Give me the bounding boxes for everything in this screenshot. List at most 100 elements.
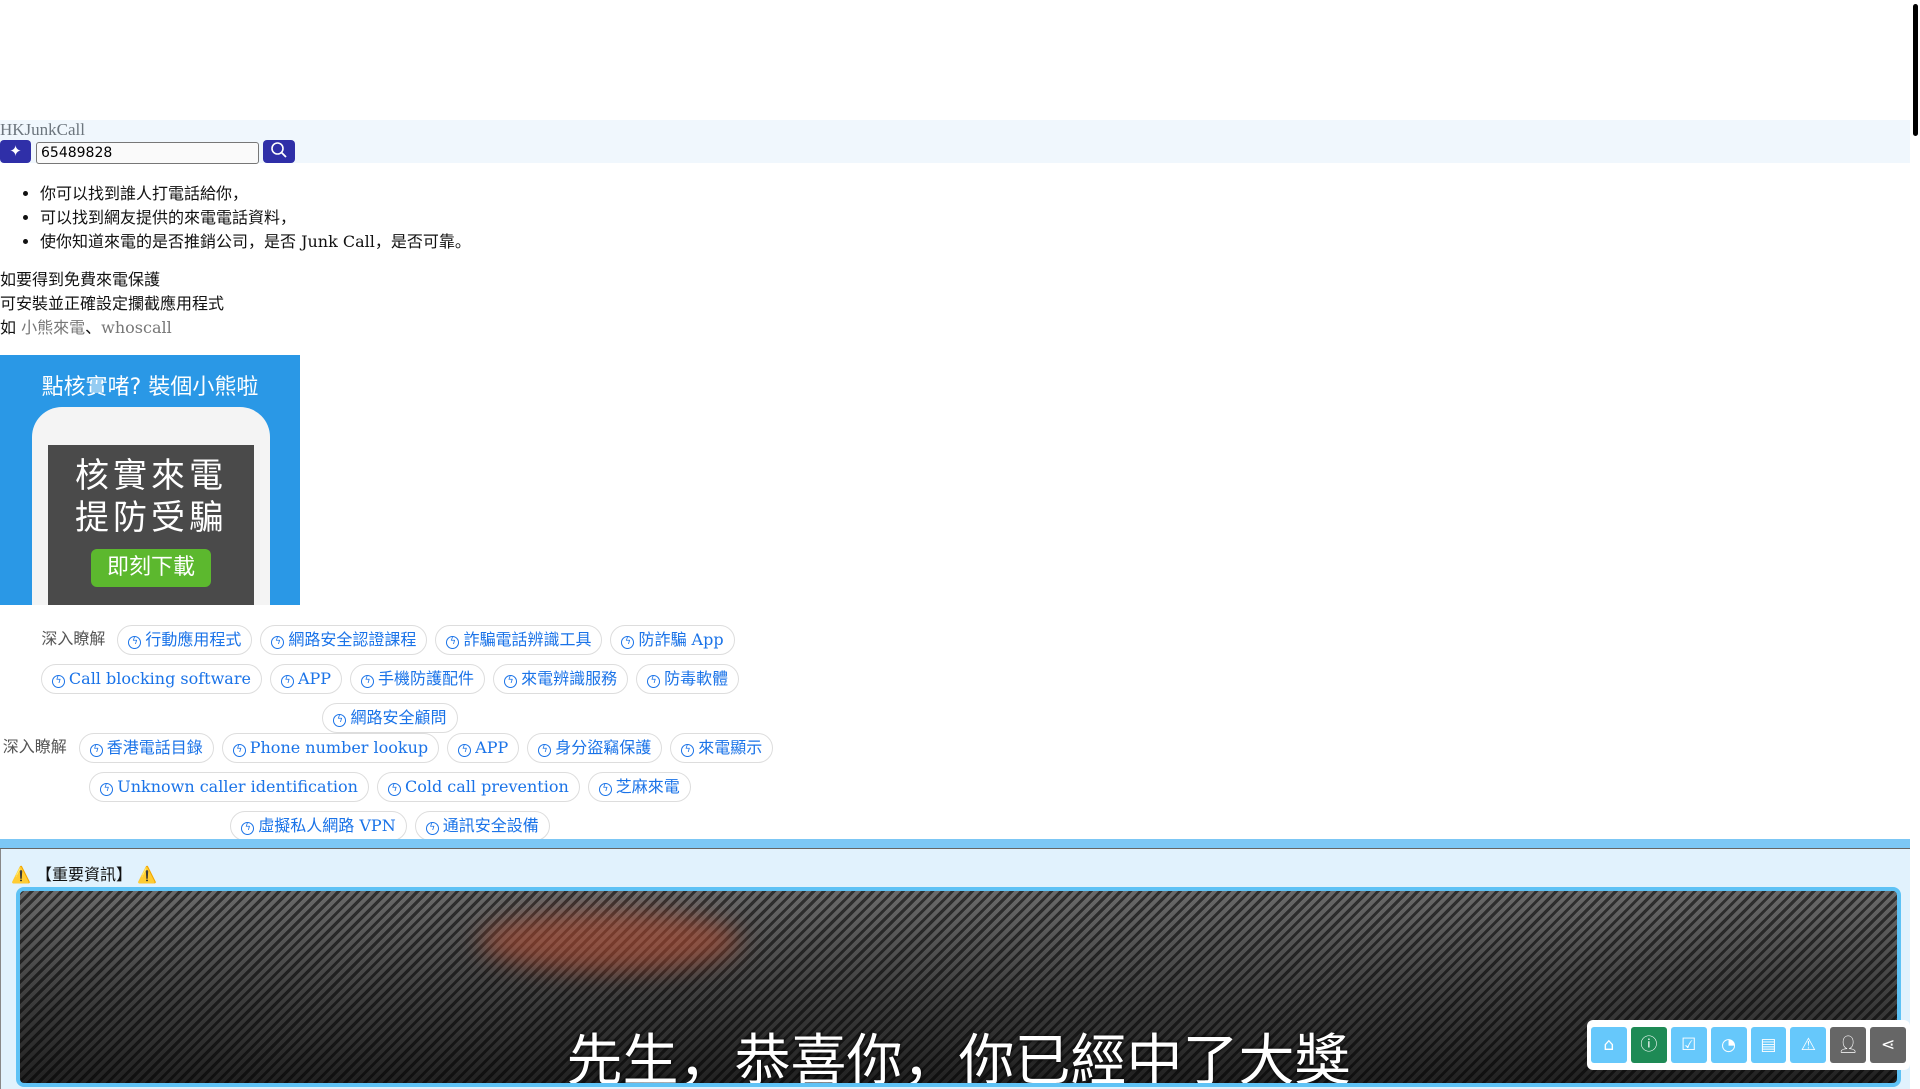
tag-link[interactable]: ϟ 虛擬私人網路 VPN: [230, 810, 407, 841]
tag-link[interactable]: ϟ 來電辨識服務: [493, 663, 629, 694]
tag-label: 網路安全認證課程: [288, 629, 417, 649]
comment-button[interactable]: ▤: [1750, 1027, 1787, 1063]
tag-label: Phone number lookup: [249, 737, 429, 757]
bolt-icon: ϟ: [128, 635, 142, 649]
tag-link[interactable]: ϟ 防詐騙 App: [610, 624, 735, 655]
bolt-icon: ϟ: [333, 713, 347, 727]
list-item: 可以找到網友提供的來電電話資料，: [40, 206, 471, 230]
tag-label: 來電辨識服務: [521, 668, 618, 688]
info-button[interactable]: ⓘ: [1630, 1027, 1667, 1063]
section-divider: [0, 839, 1910, 849]
text: 可安裝並正確設定攔截應用程式: [0, 294, 225, 313]
report-button[interactable]: ⚠: [1790, 1027, 1827, 1063]
protection-info: 如要得到免費來電保護 可安裝並正確設定攔截應用程式 如 小熊來電、whoscal…: [0, 268, 224, 340]
checklist-button[interactable]: ☑: [1670, 1027, 1707, 1063]
search-button[interactable]: [263, 140, 295, 163]
scrollbar[interactable]: [1910, 0, 1920, 1080]
tag-link[interactable]: ϟ Phone number lookup: [221, 732, 440, 763]
user-icon: 👤︎: [1837, 1035, 1859, 1055]
bolt-icon: ϟ: [271, 635, 285, 649]
tag-link[interactable]: ϟ 香港電話目錄: [78, 732, 214, 763]
tag-label: 防詐騙 App: [638, 629, 724, 649]
promo-title: 點核實啫? 裝個小熊啦: [41, 375, 259, 400]
warning-icon: ⚠: [1800, 1035, 1816, 1055]
tag-label: 行動應用程式: [145, 629, 242, 649]
tag-label: 芝麻來電: [615, 776, 680, 796]
tag-label: 詐騙電話辨識工具: [463, 629, 592, 649]
search-icon: [271, 142, 287, 158]
checklist-icon: ☑: [1681, 1035, 1697, 1055]
related-tags-1: 深入瞭解 ϟ 行動應用程式 ϟ 網路安全認證課程 ϟ 詐騙電話辨識工具 ϟ 防詐騙 Appϟ Ca…: [0, 619, 780, 736]
ad-space: [0, 0, 1920, 120]
link-xiaoxiong[interactable]: 小熊來電: [21, 318, 85, 337]
tag-label: Call blocking software: [68, 668, 251, 688]
bolt-icon: ϟ: [100, 782, 114, 796]
download-button[interactable]: 即刻下載: [91, 549, 211, 587]
bolt-icon: ϟ: [387, 782, 401, 796]
bolt-icon: ϟ: [425, 821, 439, 835]
sparkle-button[interactable]: ✦: [0, 140, 31, 163]
tags-label: 深入瞭解: [2, 737, 67, 756]
share-icon: ⋖: [1880, 1035, 1896, 1055]
info-icon: ⓘ: [1640, 1035, 1658, 1055]
text: 、: [85, 318, 102, 337]
tag-link[interactable]: ϟ 詐騙電話辨識工具: [435, 624, 603, 655]
tag-link[interactable]: ϟ Unknown caller identification: [89, 771, 369, 802]
notice-title: 【重要資訊】: [36, 865, 133, 884]
home-button[interactable]: ⌂: [1591, 1027, 1627, 1063]
tag-link[interactable]: ϟ APP: [269, 663, 343, 694]
home-icon: ⌂: [1603, 1035, 1615, 1055]
tag-label: Unknown caller identification: [117, 776, 358, 796]
tag-link[interactable]: ϟ APP: [447, 732, 520, 763]
bolt-icon: ϟ: [504, 674, 518, 688]
warning-icon: ⚠️: [11, 865, 31, 884]
tag-label: APP: [297, 668, 332, 688]
scrollbar-thumb[interactable]: [1913, 4, 1918, 136]
bolt-icon: ϟ: [647, 674, 661, 688]
tag-label: 通訊安全設備: [442, 815, 539, 835]
bolt-icon: ϟ: [446, 635, 460, 649]
tag-link[interactable]: ϟ 身分盜竊保護: [527, 732, 663, 763]
tag-link[interactable]: ϟ 來電顯示: [670, 732, 774, 763]
share-button[interactable]: ⋖: [1870, 1027, 1906, 1063]
tag-link[interactable]: ϟ 手機防護配件: [350, 663, 486, 694]
related-tags-2: 深入瞭解 ϟ 香港電話目錄 ϟ Phone number lookup ϟ APP ϟ 身分盜竊…: [0, 727, 780, 844]
chart-button[interactable]: ◔: [1710, 1027, 1747, 1063]
tag-label: 香港電話目錄: [106, 737, 203, 757]
link-whoscall[interactable]: whoscall: [101, 318, 172, 337]
bottom-toolbar: ⌂ ⓘ ☑ ◔ ▤ ⚠ 👤︎ ⋖: [1587, 1020, 1910, 1070]
user-button[interactable]: 👤︎: [1830, 1027, 1867, 1063]
promo-banner[interactable]: 點核實啫? 裝個小熊啦 核實來電 提防受騙 即刻下載: [0, 355, 300, 605]
tag-label: 防毒軟體: [664, 668, 729, 688]
bolt-icon: ϟ: [621, 635, 635, 649]
header: HKJunkCall ✦: [0, 120, 1910, 164]
text: 如: [0, 318, 17, 337]
tag-link[interactable]: ϟ 防毒軟體: [636, 663, 740, 694]
tag-link[interactable]: ϟ Cold call prevention: [376, 771, 580, 802]
tag-link[interactable]: ϟ 行動應用程式: [117, 624, 253, 655]
text: 如要得到免費來電保護: [0, 270, 161, 289]
bolt-icon: ϟ: [598, 782, 612, 796]
tag-link[interactable]: ϟ 網路安全認證課程: [260, 624, 428, 655]
promo-line: 提防受騙: [75, 498, 227, 538]
bolt-icon: ϟ: [51, 674, 65, 688]
bolt-icon: ϟ: [280, 674, 294, 688]
bolt-icon: ϟ: [361, 674, 375, 688]
phone-graphic: 核實來電 提防受騙 即刻下載: [32, 407, 270, 605]
tag-link[interactable]: ϟ 通訊安全設備: [414, 810, 550, 841]
tag-label: 來電顯示: [698, 737, 763, 757]
search-input[interactable]: [36, 142, 259, 164]
tag-label: 虛擬私人網路 VPN: [258, 815, 396, 835]
brand-logo[interactable]: HKJunkCall: [0, 120, 85, 140]
tag-link[interactable]: ϟ 芝麻來電: [587, 771, 691, 802]
list-item: 你可以找到誰人打電話給你，: [40, 182, 471, 206]
tag-label: APP: [475, 737, 509, 757]
promo-line: 核實來電: [75, 456, 227, 496]
warning-icon: ⚠️: [137, 865, 158, 884]
tags-label: 深入瞭解: [41, 629, 106, 648]
tag-link[interactable]: ϟ Call blocking software: [40, 663, 262, 694]
sparkle-icon: ✦: [9, 142, 22, 160]
comment-icon: ▤: [1760, 1035, 1777, 1055]
tag-label: 手機防護配件: [378, 668, 475, 688]
list-item: 使你知道來電的是否推銷公司，是否 Junk Call，是否可靠。: [40, 230, 471, 254]
